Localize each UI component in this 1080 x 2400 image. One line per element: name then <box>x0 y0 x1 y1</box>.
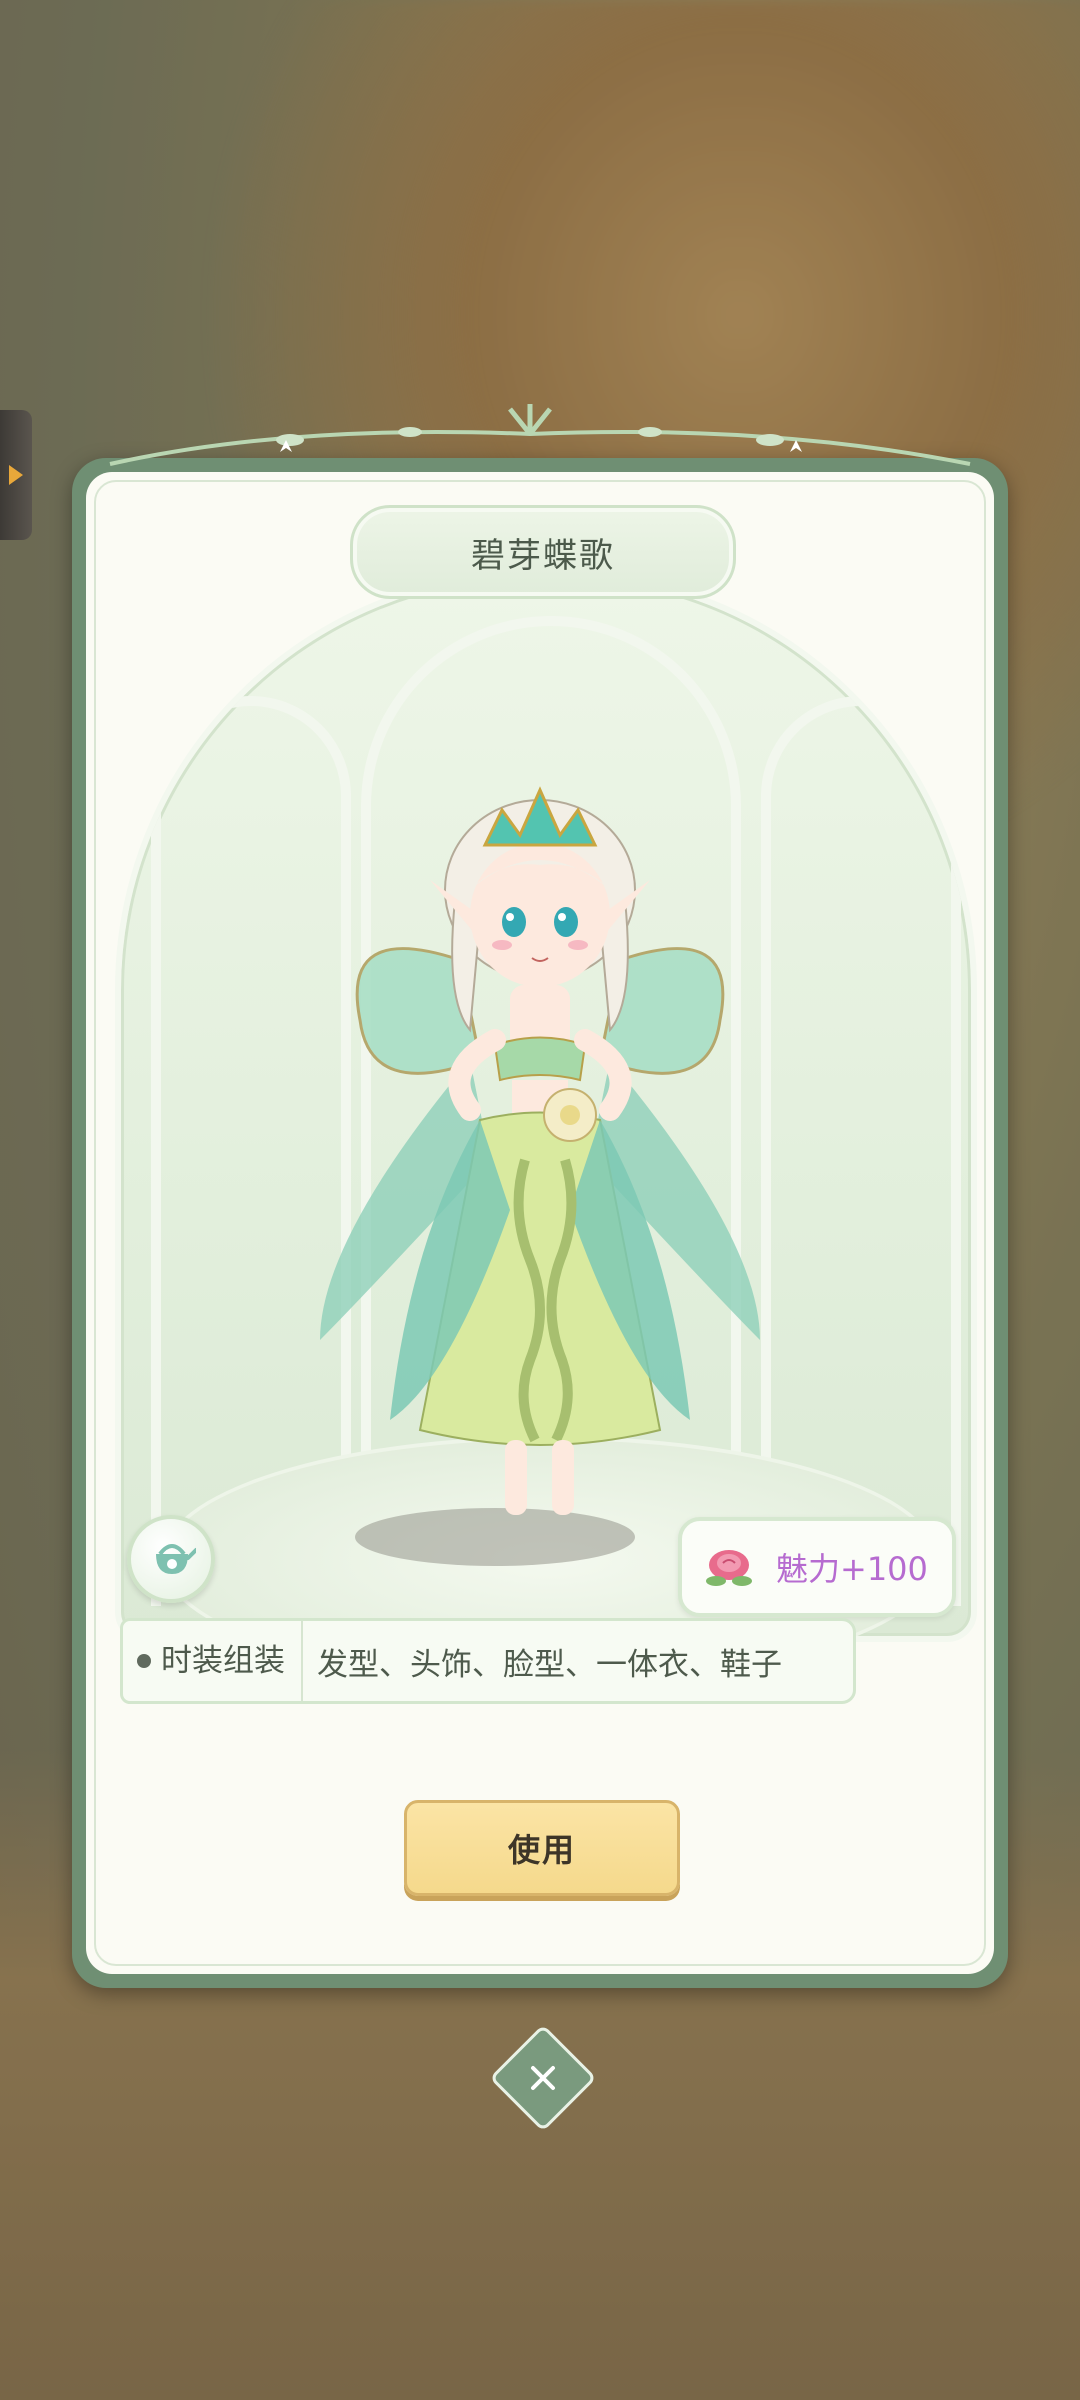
character-illustration <box>320 786 760 1515</box>
close-icon <box>531 2066 555 2090</box>
outfit-title: 碧芽蝶歌 <box>471 535 615 576</box>
charm-value: 魅力+100 <box>776 1550 928 1588</box>
charm-badge: 魅力+100 <box>678 1517 956 1617</box>
use-button[interactable]: 使用 <box>404 1800 680 1896</box>
components-value: 发型、头饰、脸型、一体衣、鞋子 <box>317 1646 782 1683</box>
outfit-title-plate: 碧芽蝶歌 <box>350 505 736 599</box>
watering-button[interactable] <box>127 1515 215 1603</box>
components-label: 时装组装 <box>161 1621 303 1701</box>
rose-icon <box>706 1550 752 1586</box>
outfit-components-row: 时装组装 发型、头饰、脸型、一体衣、鞋子 <box>120 1618 856 1704</box>
bullet-dot <box>137 1654 151 1668</box>
game-screen: 碧芽蝶歌 魅力+100 时装组装 发型、头饰、脸型、一体衣、鞋子 使用 <box>0 0 1080 2400</box>
side-expand-tab[interactable] <box>0 410 32 540</box>
vine-decoration <box>109 404 971 466</box>
watering-can-icon <box>156 1544 196 1574</box>
use-button-label: 使用 <box>507 1831 576 1869</box>
arrow-right-icon <box>9 465 23 485</box>
